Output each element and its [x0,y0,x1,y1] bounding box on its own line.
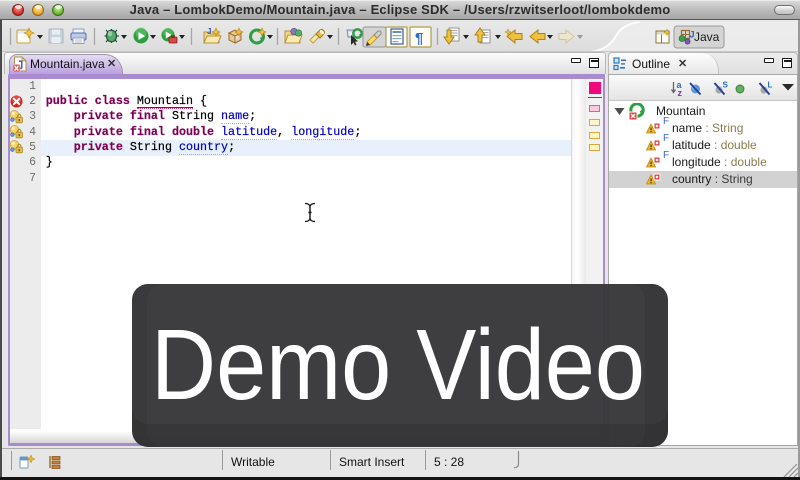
svg-text:L: L [768,81,773,90]
svg-text:z: z [678,88,683,97]
svg-text:J: J [207,27,211,36]
svg-text:S: S [723,81,729,90]
svg-text:Java: Java [694,30,720,44]
svg-text:¶: ¶ [415,30,423,47]
